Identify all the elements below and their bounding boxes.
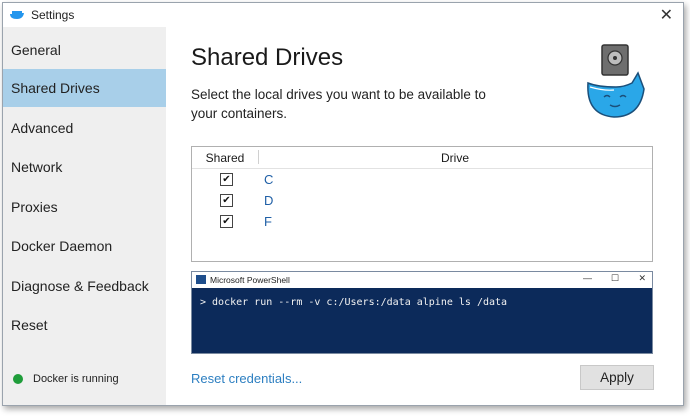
main-panel: Shared Drives Select the local drives yo… xyxy=(166,27,683,405)
column-header-shared[interactable]: Shared xyxy=(192,151,258,165)
page-title: Shared Drives xyxy=(191,44,344,71)
drive-letter: D xyxy=(264,193,274,208)
apply-button[interactable]: Apply xyxy=(580,365,654,390)
docker-status: Docker is running xyxy=(13,373,119,385)
table-row[interactable]: ✔ D xyxy=(192,190,652,211)
drive-c-checkbox[interactable]: ✔ xyxy=(220,173,233,186)
table-row[interactable]: ✔ F xyxy=(192,211,652,232)
powershell-console[interactable]: > docker run --rm -v c:/Users:/data alpi… xyxy=(192,288,652,353)
sidebar: General Shared Drives Advanced Network P… xyxy=(3,27,166,405)
docker-app-icon xyxy=(10,11,24,19)
drive-d-checkbox[interactable]: ✔ xyxy=(220,194,233,207)
drive-f-checkbox[interactable]: ✔ xyxy=(220,215,233,228)
title-bar: Settings ✕ xyxy=(3,3,683,27)
drive-letter: C xyxy=(264,172,274,187)
drives-table: Shared Drive ✔ C ✔ D ✔ F xyxy=(191,146,653,262)
page-description: Select the local drives you want to be a… xyxy=(191,87,486,121)
sidebar-item-reset[interactable]: Reset xyxy=(3,306,166,344)
sidebar-item-network[interactable]: Network xyxy=(3,148,166,186)
table-row[interactable]: ✔ C xyxy=(192,169,652,190)
docker-whale-icon xyxy=(587,44,645,118)
window-title: Settings xyxy=(31,8,75,22)
sidebar-item-advanced[interactable]: Advanced xyxy=(3,109,166,147)
sidebar-item-general[interactable]: General xyxy=(3,31,166,69)
powershell-window: Microsoft PowerShell — ☐ ✕ > docker run … xyxy=(191,271,653,354)
sidebar-item-proxies[interactable]: Proxies xyxy=(3,188,166,226)
powershell-title-bar: Microsoft PowerShell — ☐ ✕ xyxy=(192,272,652,289)
sidebar-item-docker-daemon[interactable]: Docker Daemon xyxy=(3,227,166,265)
sidebar-item-diagnose-feedback[interactable]: Diagnose & Feedback xyxy=(3,267,166,305)
sidebar-item-shared-drives[interactable]: Shared Drives xyxy=(3,69,166,107)
powershell-title: Microsoft PowerShell xyxy=(210,275,290,285)
close-icon[interactable]: ✕ xyxy=(638,273,646,284)
close-icon[interactable]: ✕ xyxy=(660,5,673,25)
reset-credentials-link[interactable]: Reset credentials... xyxy=(191,371,302,386)
table-header: Shared Drive xyxy=(192,147,652,169)
maximize-icon[interactable]: ☐ xyxy=(611,273,619,284)
minimize-icon[interactable]: — xyxy=(583,273,592,283)
drive-letter: F xyxy=(264,214,272,229)
column-header-drive[interactable]: Drive xyxy=(258,151,652,165)
status-dot-icon xyxy=(13,374,23,384)
settings-window: Settings ✕ General Shared Drives Advance… xyxy=(2,2,684,406)
status-text: Docker is running xyxy=(33,373,119,385)
console-command: > docker run --rm -v c:/Users:/data alpi… xyxy=(200,297,508,308)
powershell-icon xyxy=(196,275,206,284)
